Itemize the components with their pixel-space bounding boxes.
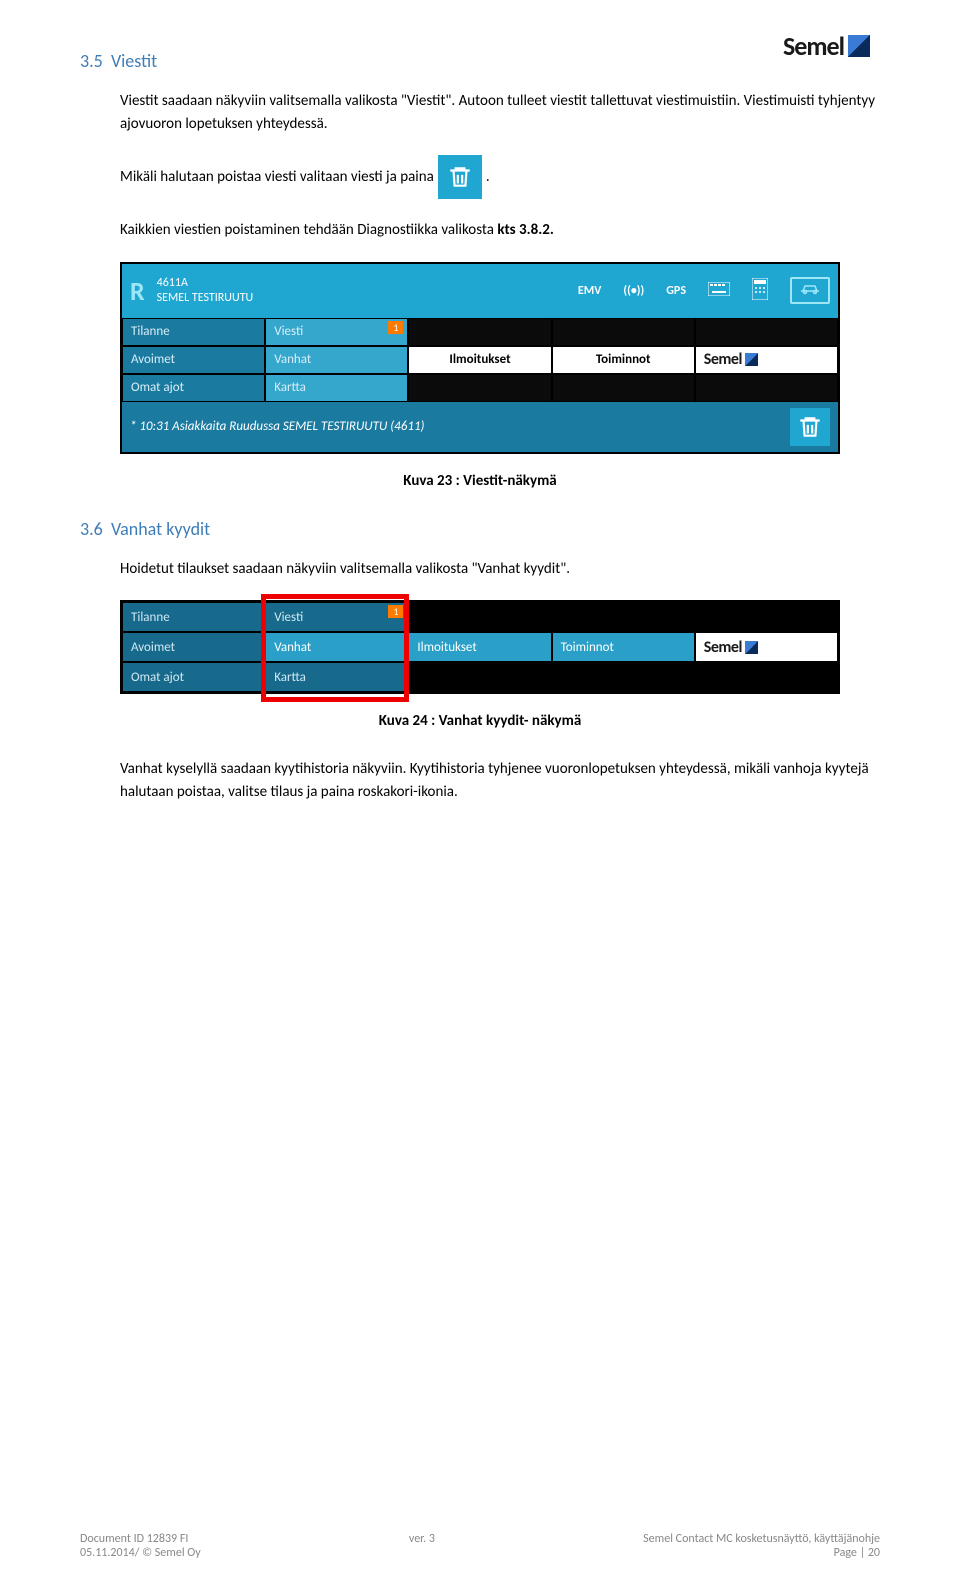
menu-empty-1	[408, 318, 551, 346]
menu2-empty-6	[695, 662, 838, 692]
menu2-semel[interactable]: Semel	[695, 632, 838, 662]
gps-label: GPS	[666, 284, 686, 298]
shot1-menu-grid: Tilanne Viesti 1 Avoimet Vanhat Ilmoituk…	[122, 318, 838, 402]
section-num-36: 3.6	[80, 518, 103, 540]
semel-text: Semel	[704, 350, 742, 369]
calculator-icon	[752, 278, 768, 304]
section-3-5-heading: 3.5 Viestit	[80, 50, 880, 72]
figure-caption-23: Kuva 23 : Viestit-näkymä	[80, 472, 880, 490]
shot1-header: R 4611A SEMEL TESTIRUUTU EMV ((•)) GPS	[122, 264, 838, 318]
menu2-omat-ajot[interactable]: Omat ajot	[122, 662, 265, 692]
menu2-viesti-label: Viesti	[274, 610, 303, 625]
para3-text-b: kts 3.8.2.	[497, 221, 554, 239]
trash-icon	[447, 164, 473, 190]
paragraph-1: Viestit saadaan näkyviin valitsemalla va…	[120, 90, 880, 135]
footer-center: ver. 3	[409, 1532, 435, 1560]
menu-empty-3	[695, 318, 838, 346]
menu-tilanne[interactable]: Tilanne	[122, 318, 265, 346]
footer-page-num: Page | 20	[643, 1546, 880, 1560]
menu2-empty-5	[552, 662, 695, 692]
menu-empty-4	[408, 374, 551, 402]
menu-empty-5	[552, 374, 695, 402]
menu-avoimet[interactable]: Avoimet	[122, 346, 265, 374]
page-footer: Document ID 12839 FI 05.11.2014/ © Semel…	[80, 1532, 880, 1560]
menu2-empty-2	[552, 602, 695, 632]
footer-doc-id: Document ID 12839 FI	[80, 1532, 201, 1546]
status-r: R	[130, 275, 145, 307]
paragraph-5: Vanhat kyselyllä saadaan kyytihistoria n…	[120, 758, 880, 803]
para2-text-b: .	[486, 166, 490, 189]
menu2-kartta[interactable]: Kartta	[265, 662, 408, 692]
semel-sq-icon-2	[745, 641, 758, 654]
menu-vanhat[interactable]: Vanhat	[265, 346, 408, 374]
shot1-status-bar: * 10:31 Asiakkaita Ruudussa SEMEL TESTIR…	[122, 402, 838, 452]
menu-toiminnot[interactable]: Toiminnot	[552, 346, 695, 374]
status-message: * 10:31 Asiakkaita Ruudussa SEMEL TESTIR…	[130, 419, 424, 434]
menu-viesti-label: Viesti	[274, 324, 303, 339]
menu2-viesti[interactable]: Viesti 1	[265, 602, 408, 632]
semel-logo-small-2: Semel	[704, 638, 758, 657]
section-title-36: Vanhat kyydit	[111, 518, 210, 540]
car-icon	[790, 277, 830, 304]
menu-kartta[interactable]: Kartta	[265, 374, 408, 402]
menu-semel[interactable]: Semel	[695, 346, 838, 374]
shot2-menu-grid: Tilanne Viesti 1 Avoimet Vanhat Ilmoituk…	[122, 602, 838, 692]
brand-icon	[848, 35, 870, 57]
trash-icon-button[interactable]	[438, 155, 482, 199]
section-3-6-heading: 3.6 Vanhat kyydit	[80, 518, 880, 540]
figure-caption-24: Kuva 24 : Vanhat kyydit- näkymä	[80, 712, 880, 730]
section-num: 3.5	[80, 50, 103, 72]
menu2-toiminnot[interactable]: Toiminnot	[552, 632, 695, 662]
menu-empty-2	[552, 318, 695, 346]
section-title-text: Viestit	[111, 50, 157, 72]
footer-date: 05.11.2014/ © Semel Oy	[80, 1546, 201, 1560]
menu2-ilmoitukset[interactable]: Ilmoitukset	[408, 632, 551, 662]
shot1-status-icons: EMV ((•)) GPS	[578, 277, 830, 304]
menu2-empty-4	[408, 662, 551, 692]
footer-right: Semel Contact MC kosketusnäyttö, käyttäj…	[643, 1532, 880, 1560]
brand-text: Semel	[783, 30, 844, 62]
emv-label: EMV	[578, 284, 601, 298]
signal-icon: ((•))	[623, 284, 644, 298]
viesti-badge-2: 1	[388, 605, 403, 618]
footer-title: Semel Contact MC kosketusnäyttö, käyttäj…	[643, 1532, 880, 1546]
paragraph-3: Kaikkien viestien poistaminen tehdään Di…	[120, 219, 880, 242]
shot1-title-block: 4611A SEMEL TESTIRUUTU	[157, 276, 254, 305]
menu2-avoimet[interactable]: Avoimet	[122, 632, 265, 662]
screenshot-vanhat: Tilanne Viesti 1 Avoimet Vanhat Ilmoituk…	[120, 600, 840, 694]
semel-sq-icon	[745, 353, 758, 366]
menu-viesti[interactable]: Viesti 1	[265, 318, 408, 346]
para3-text-a: Kaikkien viestien poistaminen tehdään Di…	[120, 221, 497, 239]
menu-omat-ajot[interactable]: Omat ajot	[122, 374, 265, 402]
vehicle-name: SEMEL TESTIRUUTU	[157, 291, 254, 305]
paragraph-2: Mikäli halutaan poistaa viesti valitaan …	[120, 155, 880, 199]
brand-logo: Semel	[783, 30, 870, 62]
keyboard-icon	[708, 282, 730, 300]
paragraph-4: Hoidetut tilaukset saadaan näkyviin vali…	[120, 558, 880, 581]
menu2-empty-3	[695, 602, 838, 632]
screenshot-viestit: R 4611A SEMEL TESTIRUUTU EMV ((•)) GPS T…	[120, 262, 840, 454]
menu-empty-6	[695, 374, 838, 402]
vehicle-code: 4611A	[157, 276, 254, 290]
menu2-vanhat[interactable]: Vanhat	[265, 632, 408, 662]
para2-text-a: Mikäli halutaan poistaa viesti valitaan …	[120, 166, 434, 189]
footer-left: Document ID 12839 FI 05.11.2014/ © Semel…	[80, 1532, 201, 1560]
semel-logo-small: Semel	[704, 350, 758, 369]
menu-ilmoitukset[interactable]: Ilmoitukset	[408, 346, 551, 374]
menu2-empty-1	[408, 602, 551, 632]
semel-text-2: Semel	[704, 638, 742, 657]
menu2-tilanne[interactable]: Tilanne	[122, 602, 265, 632]
trash-icon	[797, 414, 823, 440]
viesti-badge: 1	[388, 321, 403, 334]
status-trash-button[interactable]	[790, 408, 830, 446]
